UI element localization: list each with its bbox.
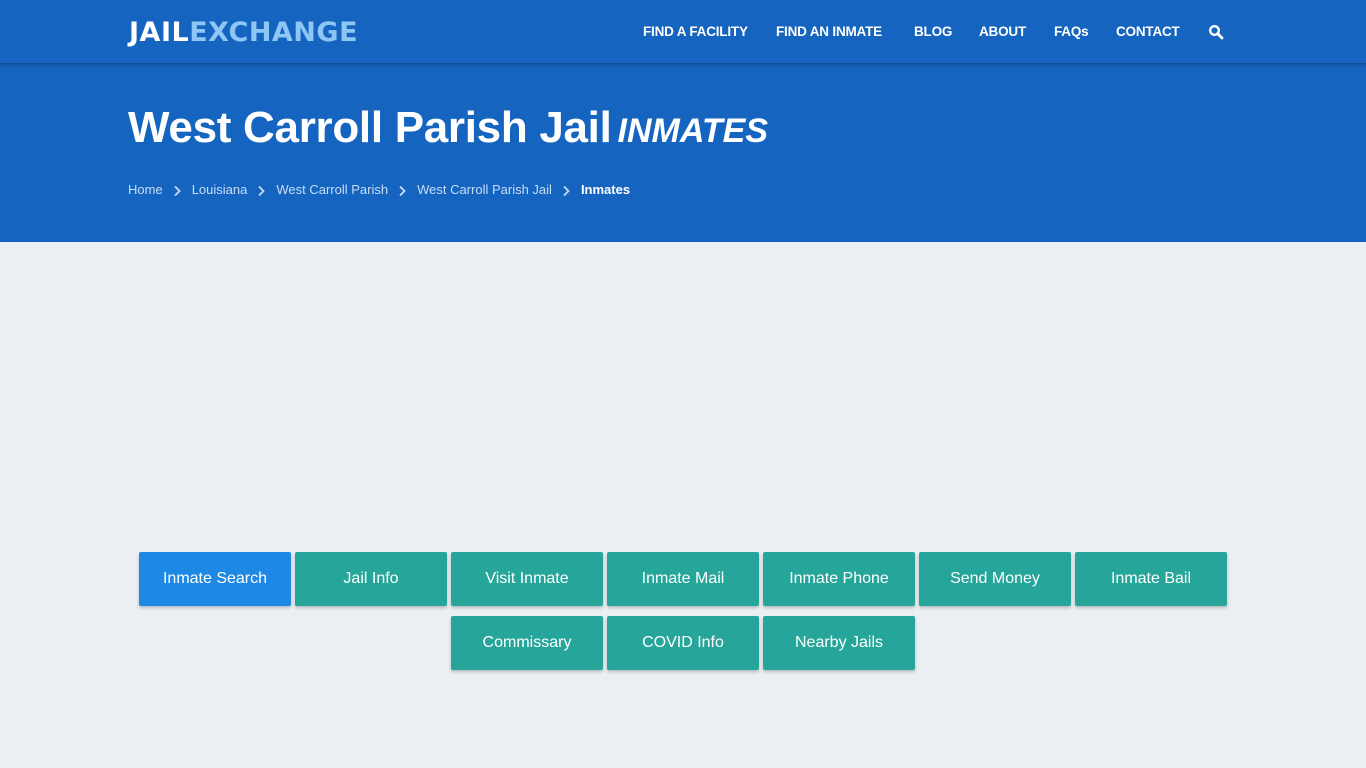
page-title-main: West Carroll Parish Jail: [128, 103, 612, 152]
chevron-right-icon: [257, 184, 266, 197]
nav-contact[interactable]: CONTACT: [1116, 23, 1180, 40]
inmate-bail-button[interactable]: Inmate Bail: [1075, 552, 1227, 606]
nav-blog[interactable]: BLOG: [914, 23, 952, 40]
breadcrumb-current-inmates: Inmates: [580, 182, 631, 197]
chevron-right-icon: [173, 184, 182, 197]
breadcrumb-home[interactable]: Home: [128, 181, 163, 199]
chevron-right-icon: [562, 184, 571, 197]
nearby-jails-button[interactable]: Nearby Jails: [763, 616, 915, 670]
commissary-button[interactable]: Commissary: [451, 616, 603, 670]
top-navigation-bar: JAILEXCHANGE FIND A FACILITY FIND AN INM…: [0, 0, 1366, 64]
search-icon[interactable]: [1208, 24, 1224, 40]
nav-find-an-inmate[interactable]: FIND AN INMATE: [776, 23, 882, 40]
breadcrumb-west-carroll-parish-jail[interactable]: West Carroll Parish Jail: [417, 181, 552, 199]
breadcrumb-louisiana[interactable]: Louisiana: [192, 181, 248, 199]
visit-inmate-button[interactable]: Visit Inmate: [451, 552, 603, 606]
page-title: West Carroll Parish Jail INMATES: [128, 100, 768, 159]
send-money-button[interactable]: Send Money: [919, 552, 1071, 606]
inmate-mail-button[interactable]: Inmate Mail: [607, 552, 759, 606]
nav-about[interactable]: ABOUT: [979, 23, 1026, 40]
inmate-phone-button[interactable]: Inmate Phone: [763, 552, 915, 606]
main-nav: FIND A FACILITY FIND AN INMATE BLOG ABOU…: [0, 0, 1366, 64]
page-title-subtitle: INMATES: [617, 112, 769, 150]
inmate-search-button[interactable]: Inmate Search: [139, 552, 291, 606]
nav-find-a-facility[interactable]: FIND A FACILITY: [643, 23, 748, 40]
jail-info-button[interactable]: Jail Info: [295, 552, 447, 606]
breadcrumb-west-carroll-parish[interactable]: West Carroll Parish: [276, 181, 388, 199]
covid-info-button[interactable]: COVID Info: [607, 616, 759, 670]
breadcrumb: Home Louisiana West Carroll Parish West …: [128, 181, 630, 199]
nav-faqs[interactable]: FAQs: [1054, 23, 1089, 40]
chevron-right-icon: [398, 184, 407, 197]
